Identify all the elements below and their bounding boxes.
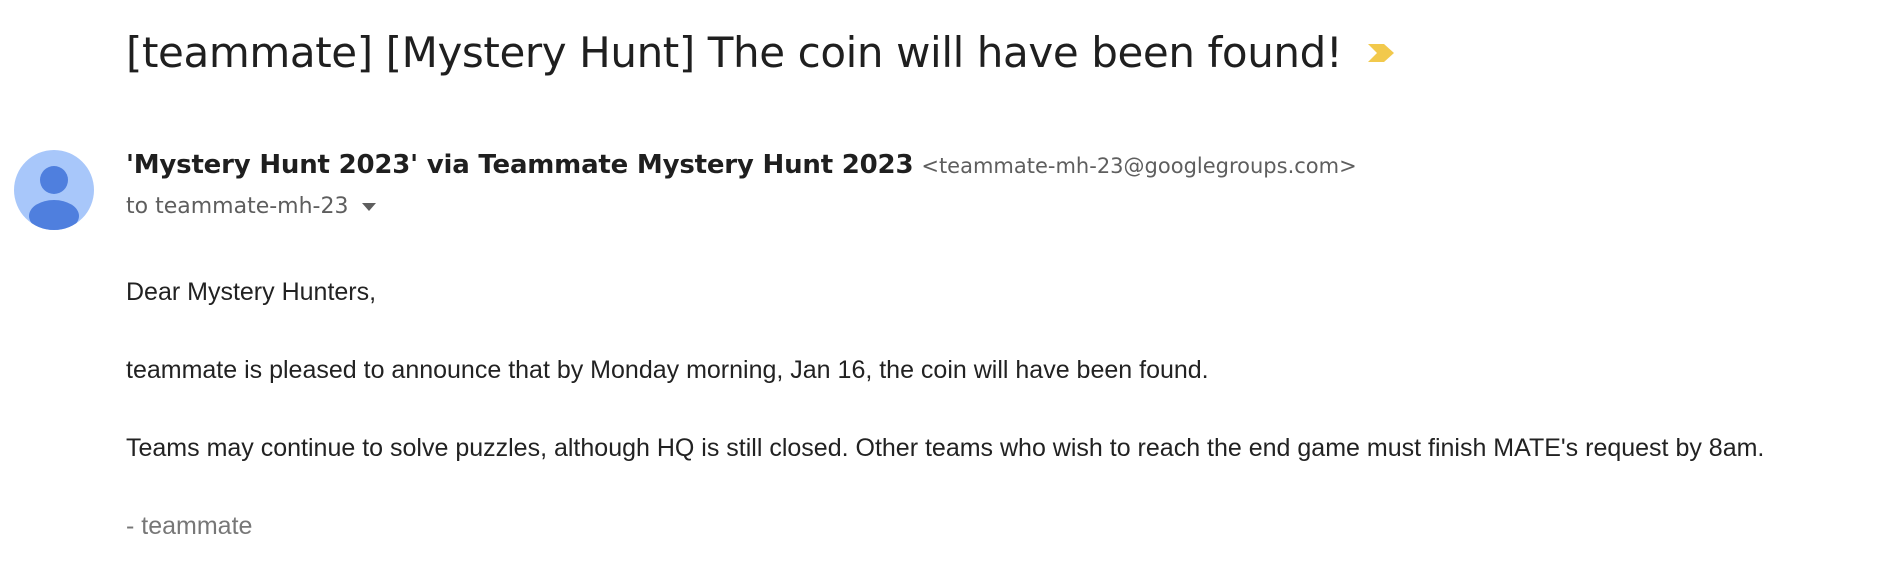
sender-name[interactable]: 'Mystery Hunt 2023' via Teammate Mystery… <box>126 150 914 180</box>
sender-email: <teammate-mh-23@googlegroups.com> <box>921 154 1357 178</box>
body-greeting: Dear Mystery Hunters, <box>126 278 377 306</box>
email-subject: [teammate] [Mystery Hunt] The coin will … <box>126 28 1343 77</box>
body-signature: - teammate <box>126 512 253 540</box>
sender-line: 'Mystery Hunt 2023' via Teammate Mystery… <box>126 150 1357 180</box>
person-icon <box>29 166 79 230</box>
important-marker-icon[interactable] <box>1366 42 1396 64</box>
email-body: Dear Mystery Hunters, teammate is please… <box>126 274 1764 574</box>
body-paragraph-1: teammate is pleased to announce that by … <box>126 356 1209 384</box>
chevron-down-icon[interactable] <box>362 202 377 211</box>
body-paragraph-2: Teams may continue to solve puzzles, alt… <box>126 434 1765 462</box>
sender-avatar[interactable] <box>14 150 94 230</box>
sender-block: 'Mystery Hunt 2023' via Teammate Mystery… <box>126 150 1357 219</box>
subject-row: [teammate] [Mystery Hunt] The coin will … <box>126 28 1396 78</box>
email-view: [teammate] [Mystery Hunt] The coin will … <box>0 0 1896 574</box>
recipient-details-toggle[interactable]: to teammate-mh-23 <box>126 194 1357 219</box>
recipient-text: to teammate-mh-23 <box>126 194 349 219</box>
